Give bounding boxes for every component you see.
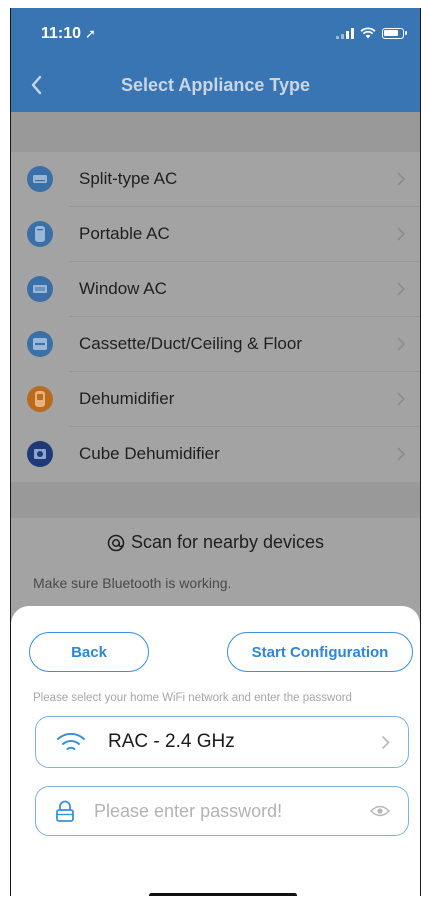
wifi-network-selector[interactable]: RAC - 2.4 GHz bbox=[35, 716, 409, 768]
show-password-eye-icon[interactable] bbox=[370, 804, 390, 818]
location-arrow-icon: ➚ bbox=[85, 26, 96, 41]
wifi-icon bbox=[57, 732, 85, 750]
chevron-right-icon bbox=[397, 392, 406, 406]
appliance-label: Portable AC bbox=[79, 224, 170, 243]
appliance-list: Split-type AC Portable AC Window AC Cass… bbox=[11, 152, 420, 482]
section-spacer bbox=[11, 112, 420, 152]
wifi-network-name: RAC - 2.4 GHz bbox=[108, 731, 235, 752]
appliance-label: Window AC bbox=[79, 279, 167, 298]
chevron-right-icon bbox=[397, 447, 406, 461]
appliance-item-window-ac[interactable]: Window AC bbox=[11, 262, 420, 317]
status-bar: 11:10 ➚ bbox=[11, 8, 420, 58]
bluetooth-hint: Make sure Bluetooth is working. bbox=[33, 575, 232, 591]
portable-ac-icon bbox=[27, 221, 53, 247]
split-ac-icon bbox=[27, 166, 53, 192]
appliance-label: Split-type AC bbox=[79, 169, 178, 188]
appliance-label: Cassette/Duct/Ceiling & Floor bbox=[79, 334, 302, 353]
status-time-text: 11:10 bbox=[41, 25, 82, 42]
chevron-right-icon bbox=[397, 337, 406, 351]
appliance-item-cassette-ac[interactable]: Cassette/Duct/Ceiling & Floor bbox=[11, 317, 420, 372]
battery-icon bbox=[382, 27, 407, 39]
chevron-right-icon bbox=[397, 227, 406, 241]
wifi-config-sheet: Back Start Configuration Please select y… bbox=[11, 606, 420, 896]
scan-icon bbox=[107, 534, 125, 551]
page-title: Select Appliance Type bbox=[120, 75, 311, 95]
password-input[interactable] bbox=[94, 795, 364, 827]
chevron-right-icon bbox=[397, 282, 406, 296]
cassette-ac-icon bbox=[27, 331, 53, 357]
window-ac-icon bbox=[27, 276, 53, 302]
lock-icon bbox=[56, 800, 74, 822]
home-indicator bbox=[149, 893, 297, 896]
appliance-label: Dehumidifier bbox=[79, 389, 175, 408]
app-screen: 11:10 ➚ Select Appliance Type Split-type … bbox=[10, 8, 421, 896]
password-field-container bbox=[35, 786, 409, 836]
chevron-right-icon bbox=[381, 735, 390, 750]
appliance-item-portable-ac[interactable]: Portable AC bbox=[11, 207, 420, 262]
status-time: 11:10 ➚ bbox=[41, 25, 96, 43]
back-button[interactable]: Back bbox=[29, 632, 149, 672]
appliance-item-dehumidifier[interactable]: Dehumidifier bbox=[11, 372, 420, 427]
cube-dehumidifier-icon bbox=[27, 441, 53, 467]
cellular-signal-icon bbox=[336, 27, 354, 39]
wifi-instruction: Please select your home WiFi network and… bbox=[33, 692, 352, 704]
section-spacer bbox=[11, 482, 420, 518]
appliance-label: Cube Dehumidifier bbox=[79, 444, 220, 463]
scan-nearby-button[interactable]: Scan for nearby devices bbox=[11, 518, 420, 568]
chevron-right-icon bbox=[397, 172, 406, 186]
wifi-status-icon bbox=[360, 27, 376, 39]
dehumidifier-icon bbox=[27, 386, 53, 412]
scan-label: Scan for nearby devices bbox=[130, 532, 325, 552]
nav-bar: Select Appliance Type bbox=[11, 58, 420, 112]
appliance-item-cube-dehumidifier[interactable]: Cube Dehumidifier bbox=[11, 427, 420, 482]
appliance-item-split-ac[interactable]: Split-type AC bbox=[11, 152, 420, 207]
start-configuration-button[interactable]: Start Configuration bbox=[227, 632, 413, 672]
status-icons bbox=[336, 27, 407, 39]
